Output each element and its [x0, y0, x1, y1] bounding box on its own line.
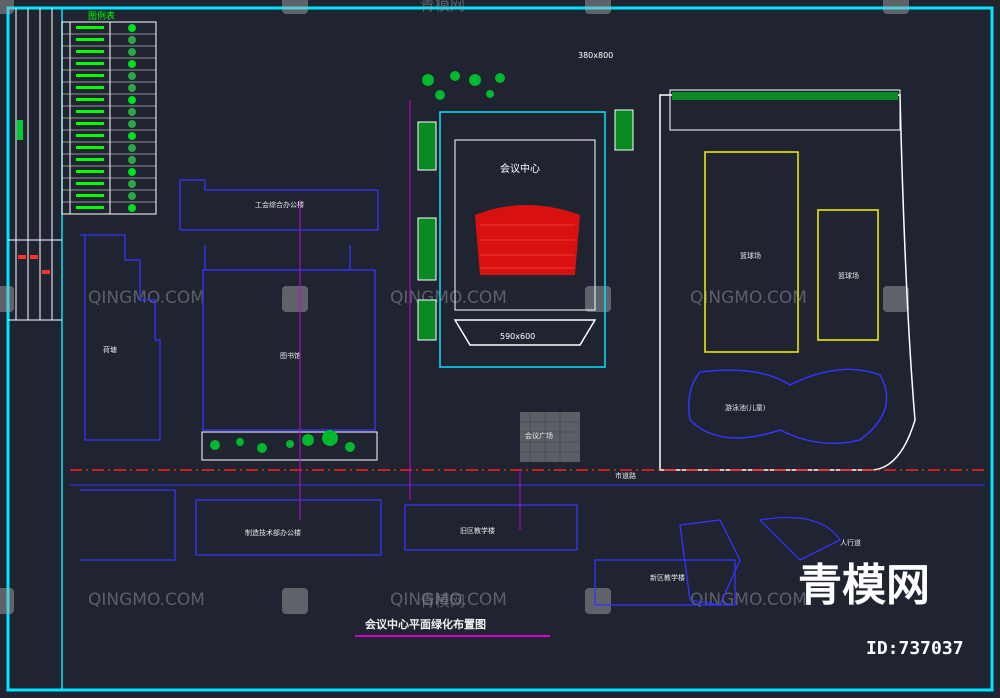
watermark-site-2: QINGMO.COM — [390, 288, 507, 308]
legend-symbol-icon — [128, 48, 136, 56]
legend-symbol-icon — [128, 120, 136, 128]
brand-watermark: 青模网 — [798, 560, 930, 611]
existing-building-label: 旧区教学楼 — [460, 526, 495, 535]
legend-row-label — [76, 38, 104, 41]
legend-symbol-icon — [128, 72, 136, 80]
dimension-lines — [299, 100, 521, 530]
legend-row-label — [76, 182, 104, 185]
legend-row-label — [76, 194, 104, 197]
legend-row-label — [76, 50, 104, 53]
road-label: 市道路 — [615, 471, 636, 480]
legend-row-label — [76, 146, 104, 149]
legend-symbol-icon — [128, 132, 136, 140]
legend-symbol-icon — [128, 204, 136, 212]
watermark-cn-bottom: 青模网 — [420, 592, 465, 610]
legend-row-label — [76, 62, 104, 65]
office-building-label: 工会综合办公楼 — [255, 200, 304, 209]
legend-symbol-icon — [128, 108, 136, 116]
office-south-label: 制造技术部办公楼 — [245, 528, 301, 537]
legend-row-label — [76, 110, 104, 113]
legend-row-label — [76, 86, 104, 89]
legend-row-label — [76, 170, 104, 173]
legend-symbol-icon — [128, 36, 136, 44]
tennis-court-label: 篮球场 — [838, 271, 859, 280]
river-label: 荷塘 — [103, 345, 117, 354]
center-label: 会议中心 — [500, 162, 540, 175]
sidewalk-label: 人行道 — [840, 538, 861, 547]
south-building-label: 新区教学楼 — [650, 573, 685, 582]
left-title-strip — [8, 8, 62, 321]
legend-row-label — [76, 158, 104, 161]
legend-row-label — [76, 98, 104, 101]
legend-row-label — [76, 74, 104, 77]
legend-title: 图例表 — [88, 10, 115, 22]
legend-rows — [62, 24, 156, 215]
watermark-site-1: QINGMO.COM — [88, 288, 205, 308]
conference-seating — [475, 205, 580, 275]
watermark-cn-top: 青模网 — [420, 0, 465, 14]
legend-symbol-icon — [128, 168, 136, 176]
legend-symbol-icon — [128, 144, 136, 152]
watermark-site-3: QINGMO.COM — [690, 288, 807, 308]
sports-area — [659, 89, 916, 471]
cad-drawing: 图例表 QINGMO.COM QINGMO.COM QINGMO.COM QIN… — [0, 0, 994, 692]
dimension-top: 380x800 — [578, 51, 613, 60]
legend-symbol-icon — [128, 180, 136, 188]
watermark-site-6: QINGMO.COM — [690, 590, 807, 610]
legend-symbol-icon — [128, 60, 136, 68]
library-trees — [210, 430, 355, 453]
square-label: 会议广场 — [525, 431, 553, 440]
top-trees — [422, 71, 505, 100]
legend-row-label — [76, 206, 104, 209]
legend-row-label — [76, 122, 104, 125]
legend-symbol-icon — [128, 96, 136, 104]
legend-symbol-icon — [128, 84, 136, 92]
sports-field-label: 篮球场 — [740, 251, 761, 260]
legend-row-label — [76, 26, 104, 29]
drawing-title: 会议中心平面绿化布置图 — [365, 617, 486, 631]
legend-symbol-icon — [128, 156, 136, 164]
legend-symbol-icon — [128, 24, 136, 32]
watermark-site-4: QINGMO.COM — [88, 590, 205, 610]
pool-label: 游泳池(儿童) — [725, 403, 766, 412]
subject-library-label: 图书馆 — [280, 351, 301, 360]
legend-row-label — [76, 134, 104, 137]
legend-symbol-icon — [128, 192, 136, 200]
id-label: ID:737037 — [866, 638, 964, 659]
dimension-small: 590x600 — [500, 332, 535, 341]
